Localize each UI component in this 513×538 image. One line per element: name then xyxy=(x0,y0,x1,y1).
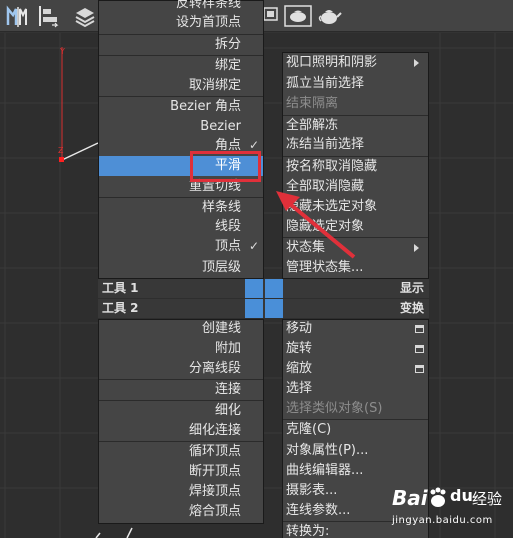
menu-item-weld-vertices[interactable]: 焊接顶点 xyxy=(100,482,241,502)
menu-item-rotate[interactable]: 旋转 xyxy=(286,339,312,359)
menu-item-reverse-spline[interactable]: 反转样条线 xyxy=(100,0,241,14)
menu-item-unbind[interactable]: 取消绑定 xyxy=(100,76,241,96)
layer-icon[interactable] xyxy=(72,3,98,29)
baidu-watermark: Bai du 经验 jingyan.baidu.com xyxy=(392,484,510,534)
transform-label: 变换 xyxy=(399,301,424,315)
spline-segment xyxy=(61,142,99,161)
baidu-paw-icon xyxy=(430,487,446,507)
options-box-icon[interactable] xyxy=(415,365,424,373)
vertex-point xyxy=(59,157,64,162)
menu-item-unhide-by-name[interactable]: 按名称取消隐藏 xyxy=(286,157,377,177)
menu-item-top-level[interactable]: 顶层级 xyxy=(100,258,241,278)
tools2-header: 工具 2 变换 xyxy=(98,299,429,318)
align-icon[interactable] xyxy=(36,3,62,29)
quad-center-marker xyxy=(265,299,283,318)
menu-item-select[interactable]: 选择 xyxy=(286,379,312,399)
tools1-label: 工具 1 xyxy=(102,281,139,295)
menu-item-refine[interactable]: 细化 xyxy=(100,401,241,421)
menu-item-isolate-selection[interactable]: 孤立当前选择 xyxy=(286,74,364,94)
menu-item-end-isolate[interactable]: 结束隔离 xyxy=(286,94,338,114)
menu-item-wire-parameters[interactable]: 连线参数... xyxy=(286,501,350,521)
menu-item-break-vertices[interactable]: 断开顶点 xyxy=(100,462,241,482)
watermark-brand-suffix: du xyxy=(450,486,473,505)
menu-item-bezier[interactable]: Bezier xyxy=(100,117,241,137)
submenu-arrow-icon xyxy=(414,59,419,67)
menu-item-bind[interactable]: 绑定 xyxy=(100,56,241,76)
menu-item-viewport-lighting[interactable]: 视口照明和阴影 xyxy=(286,53,377,73)
quad-center-marker xyxy=(245,299,263,318)
render-teapot-icon[interactable] xyxy=(316,3,342,29)
menu-item-dope-sheet[interactable]: 摄影表... xyxy=(286,481,337,501)
menu-item-spline[interactable]: 样条线 xyxy=(100,198,241,218)
menu-item-make-first[interactable]: 设为首顶点 xyxy=(100,13,241,33)
render-setup-icon[interactable] xyxy=(262,3,280,29)
vertex-check-icon: ✓ xyxy=(249,239,260,253)
display-label: 显示 xyxy=(399,281,424,295)
watermark-brand: Bai xyxy=(392,486,428,510)
watermark-label: 经验 xyxy=(472,490,503,508)
submenu-arrow-icon xyxy=(414,244,419,252)
menu-item-curve-editor[interactable]: 曲线编辑器... xyxy=(286,461,363,481)
menu-item-move[interactable]: 移动 xyxy=(286,319,312,339)
menu-item-create-line[interactable]: 创建线 xyxy=(100,319,241,339)
mirror-icon[interactable] xyxy=(4,3,28,29)
menu-item-connect[interactable]: 连接 xyxy=(100,380,241,400)
annotation-highlight-box xyxy=(190,151,261,182)
menu-item-object-properties[interactable]: 对象属性(P)... xyxy=(286,441,368,461)
menu-item-clone[interactable]: 克隆(C) xyxy=(286,420,331,440)
menu-item-bezier-corner[interactable]: Bezier 角点 xyxy=(100,97,241,117)
menu-item-detach-segment[interactable]: 分离线段 xyxy=(100,359,241,379)
menu-item-scale[interactable]: 缩放 xyxy=(286,359,312,379)
corner-check-icon: ✓ xyxy=(249,138,260,152)
axis-y-label: Y xyxy=(60,47,65,56)
quad-center-marker xyxy=(265,279,283,298)
menu-item-segment[interactable]: 线段 xyxy=(100,217,241,237)
annotation-arrow-icon xyxy=(276,191,356,259)
quad-center-marker xyxy=(245,279,263,298)
menu-item-attach[interactable]: 附加 xyxy=(100,339,241,359)
menu-item-refine-connect[interactable]: 细化连接 xyxy=(100,421,241,441)
menu-item-freeze-selection[interactable]: 冻结当前选择 xyxy=(286,135,364,155)
menu-item-unfreeze-all[interactable]: 全部解冻 xyxy=(286,116,338,136)
menu-item-vertex[interactable]: 顶点 xyxy=(100,237,241,257)
menu-item-cycle-vertices[interactable]: 循环顶点 xyxy=(100,442,241,462)
watermark-url: jingyan.baidu.com xyxy=(392,515,493,526)
render-frame-icon[interactable] xyxy=(284,3,312,29)
tools1-header: 工具 1 显示 xyxy=(98,279,429,298)
menu-item-fuse-vertices[interactable]: 熔合顶点 xyxy=(100,502,241,522)
menu-item-select-similar[interactable]: 选择类似对象(S) xyxy=(286,399,382,419)
options-box-icon[interactable] xyxy=(415,345,424,353)
axis-z-label: Z xyxy=(58,146,64,155)
menu-item-convert-to[interactable]: 转换为: xyxy=(286,522,329,538)
tools2-label: 工具 2 xyxy=(102,301,139,315)
menu-item-divide[interactable]: 拆分 xyxy=(100,35,241,55)
options-box-icon[interactable] xyxy=(415,325,424,333)
